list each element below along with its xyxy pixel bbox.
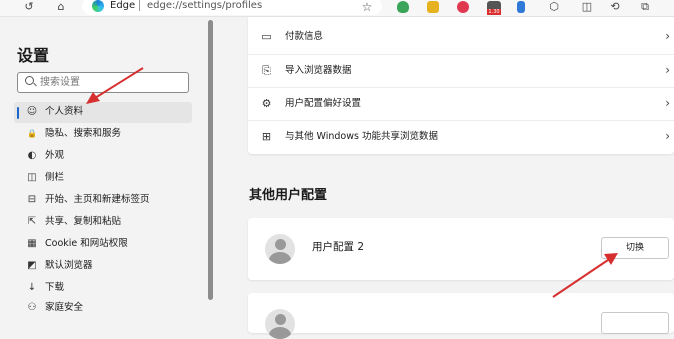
arrow-to-profiles	[86, 67, 144, 104]
annotation-arrows	[86, 67, 618, 298]
arrow-to-switch-button	[552, 253, 618, 298]
